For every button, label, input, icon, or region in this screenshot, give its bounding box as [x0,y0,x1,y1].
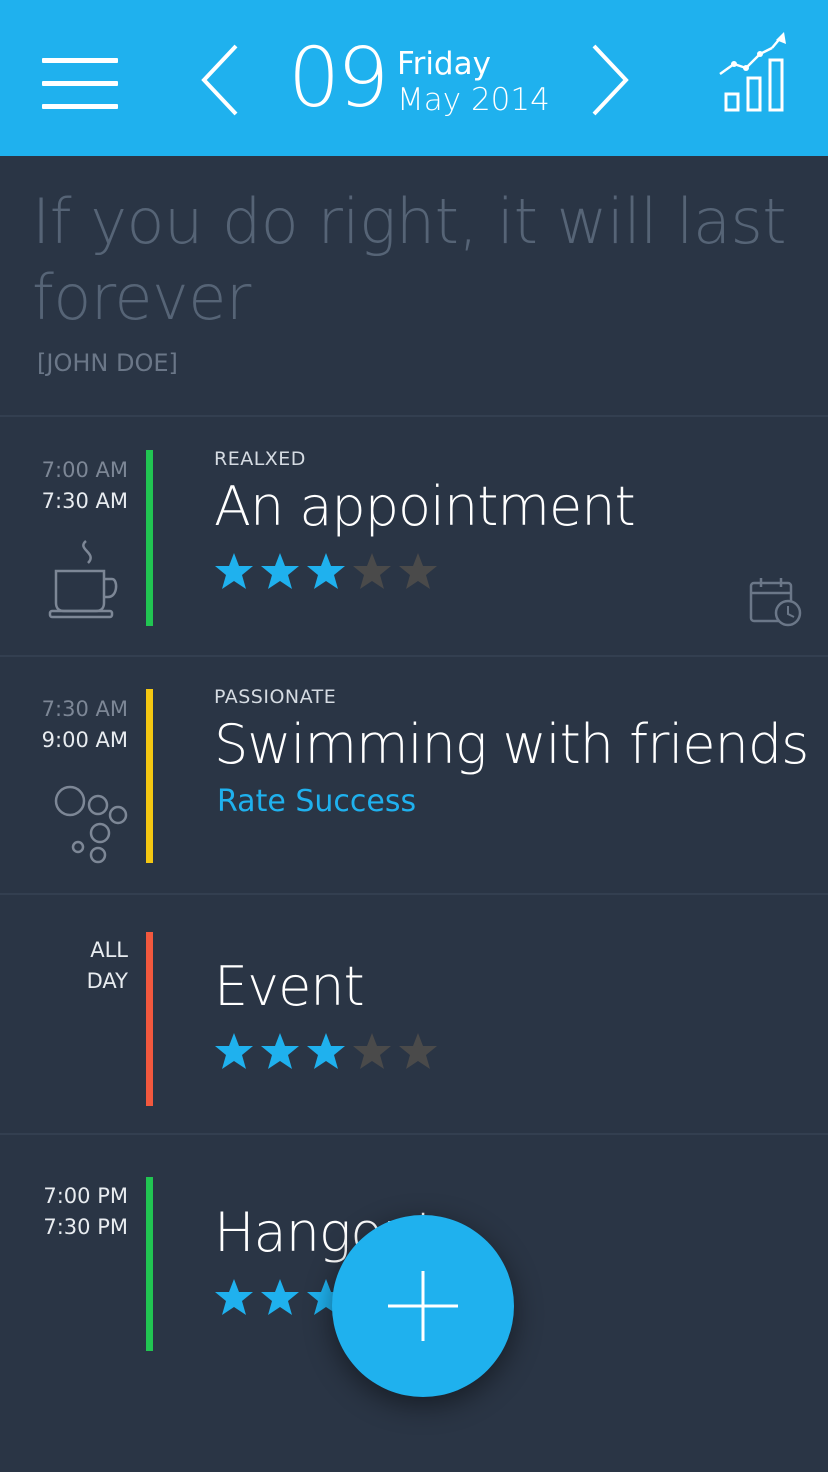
star-filled-icon[interactable] [214,551,254,591]
star-filled-icon[interactable] [260,1277,300,1317]
event-start-time: 7:00 PM [43,1184,128,1208]
calendar-clock-icon[interactable] [748,577,802,631]
date-day-number: 09 [288,31,389,126]
app-screen: 09 Friday May 2014 If you do right, it w… [0,0,828,1472]
event-mood: PASSIONATE [214,686,337,708]
event-title: Swimming with friends [214,713,809,776]
bar-chart-trend-icon [719,32,786,112]
mood-color-bar [146,1177,153,1351]
event-end-time: 7:30 AM [41,489,128,513]
all-day-label: ALL [90,938,128,962]
date-month-year: May 2014 [397,82,550,118]
event-time: 7:00 AM 7:30 AM [42,455,128,517]
star-empty-icon[interactable] [398,551,438,591]
all-day-label: DAY [86,969,128,993]
star-empty-icon[interactable] [398,1031,438,1071]
chevron-right-icon [592,44,629,116]
star-filled-icon[interactable] [306,551,346,591]
event-row-event[interactable]: ALL DAY Event [0,895,828,1133]
next-day-button[interactable] [586,40,636,120]
previous-day-button[interactable] [198,40,248,120]
star-filled-icon[interactable] [260,551,300,591]
statistics-button[interactable] [716,30,792,116]
star-rating[interactable] [214,551,444,595]
menu-button[interactable] [42,58,118,110]
event-time: 7:30 AM 9:00 AM [42,694,128,756]
quote-author: [JOHN DOE] [37,349,178,377]
date-header: 09 Friday May 2014 [0,0,828,156]
mood-color-bar [146,932,153,1106]
mood-color-bar [146,689,153,863]
star-empty-icon[interactable] [352,551,392,591]
event-title: An appointment [214,475,636,538]
star-filled-icon[interactable] [306,1031,346,1071]
star-filled-icon[interactable] [214,1277,254,1317]
star-filled-icon[interactable] [260,1031,300,1071]
hamburger-menu-icon [42,58,118,63]
event-row-swimming[interactable]: 7:30 AM 9:00 AM PASSIONATE Swimming with… [0,657,828,893]
event-end-time: 7:30 PM [43,1215,128,1239]
chevron-left-icon [201,44,238,116]
coffee-cup-icon [46,537,122,627]
event-row-appointment[interactable]: 7:00 AM 7:30 AM REALXED An appointment [0,417,828,655]
event-end-time: 9:00 AM [41,728,128,752]
daily-quote: If you do right, it will last forever [32,185,787,334]
star-empty-icon[interactable] [352,1031,392,1071]
event-time: 7:00 PM 7:30 PM [43,1181,128,1243]
date-weekday: Friday [397,46,491,82]
mood-color-bar [146,450,153,626]
bubbles-icon [50,783,134,871]
add-event-button[interactable] [332,1215,514,1397]
event-title: Event [214,955,365,1018]
event-mood: REALXED [214,448,306,470]
rate-success-link[interactable]: Rate Success [217,784,416,820]
event-start-time: 7:00 AM [41,458,128,482]
star-rating[interactable] [214,1031,444,1075]
plus-icon [388,1271,458,1341]
star-filled-icon[interactable] [214,1031,254,1071]
event-time-all-day: ALL DAY [87,935,128,997]
event-start-time: 7:30 AM [41,697,128,721]
